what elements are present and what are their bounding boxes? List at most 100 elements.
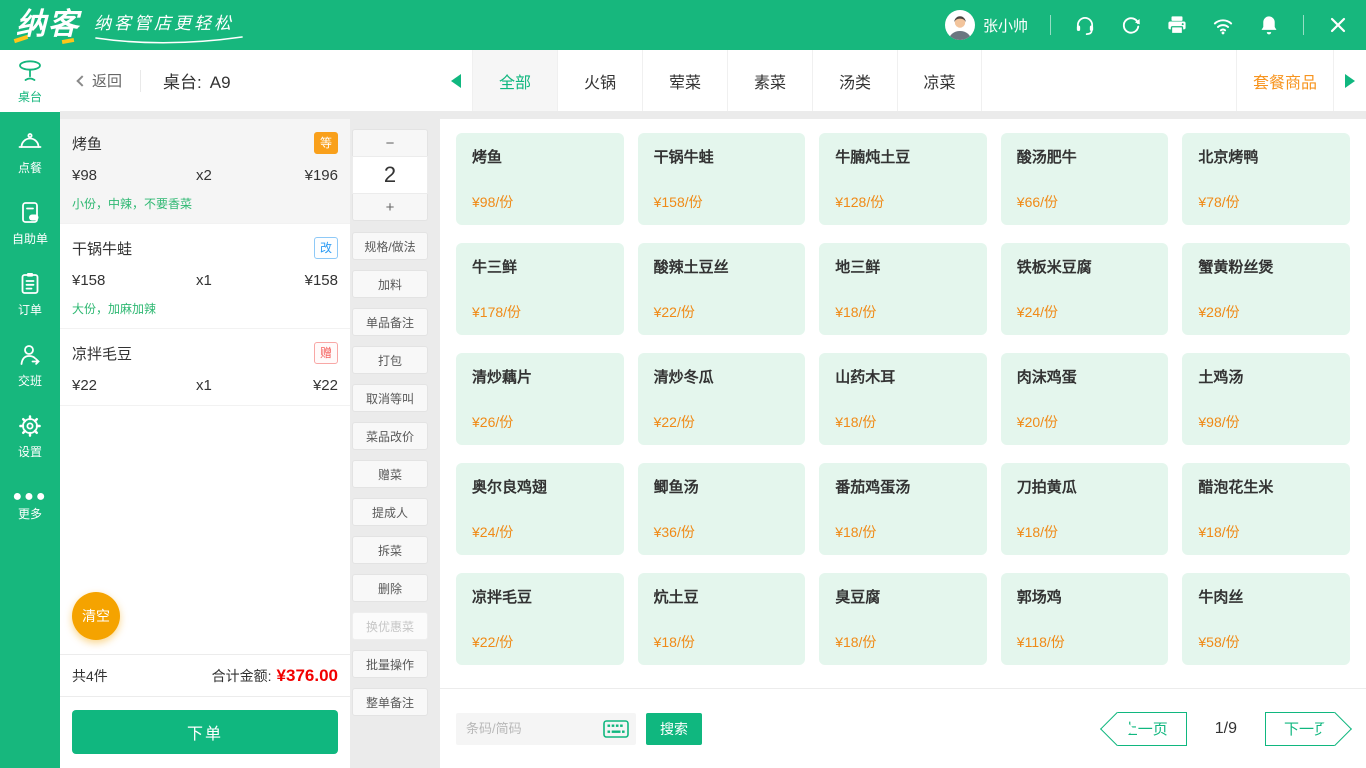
search-button[interactable]: 搜索 — [646, 713, 702, 745]
menu-item[interactable]: 蟹黄粉丝煲¥28/份 — [1182, 243, 1350, 335]
action-spec-method[interactable]: 规格/做法 — [352, 232, 428, 260]
menu-item[interactable]: 郭场鸡¥118/份 — [1001, 573, 1169, 665]
action-takeout[interactable]: 打包 — [352, 346, 428, 374]
action-split-dish[interactable]: 拆菜 — [352, 536, 428, 564]
order-item-total: ¥196 — [274, 167, 338, 184]
tab-hotpot[interactable]: 火锅 — [557, 50, 642, 111]
tab-all[interactable]: 全部 — [472, 50, 557, 111]
sidebar-item-orders[interactable]: 订单 — [0, 263, 60, 325]
menu-item[interactable]: 清炒藕片¥26/份 — [456, 353, 624, 445]
action-cancel-wait[interactable]: 取消等叫 — [352, 384, 428, 412]
tab-cold[interactable]: 凉菜 — [897, 50, 982, 111]
tab-soup[interactable]: 汤类 — [812, 50, 897, 111]
action-item-note[interactable]: 单品备注 — [352, 308, 428, 336]
menu-item[interactable]: 清炒冬瓜¥22/份 — [638, 353, 806, 445]
menu-item[interactable]: 酸汤肥牛¥66/份 — [1001, 133, 1169, 225]
brand-slogan: 纳客管店更轻松 — [94, 9, 244, 45]
order-header: 返回 桌台:A9 — [60, 50, 440, 111]
order-item-name: 凉拌毛豆 — [72, 343, 132, 364]
table-title: 桌台:A9 — [163, 68, 231, 93]
sidebar-item-settings[interactable]: 设置 — [0, 405, 60, 467]
menu-item[interactable]: 牛肉丝¥58/份 — [1182, 573, 1350, 665]
next-page-button[interactable]: 下一页 — [1265, 712, 1335, 746]
order-item[interactable]: 烤鱼 等 ¥98 x2 ¥196 小份，中辣，不要香菜 — [60, 119, 350, 224]
sidebar-item-tables[interactable]: 桌台 — [0, 50, 60, 112]
menu-item[interactable]: 土鸡汤¥98/份 — [1182, 353, 1350, 445]
status-badge-gift: 赠 — [314, 342, 338, 364]
more-dots-icon: ●●● — [13, 492, 48, 502]
back-button[interactable]: 返回 — [78, 70, 122, 91]
back-label: 返回 — [92, 70, 122, 91]
order-item-total: ¥158 — [274, 272, 338, 289]
order-list: 烤鱼 等 ¥98 x2 ¥196 小份，中辣，不要香菜 干锅牛蛙 改 ¥158 … — [60, 119, 350, 654]
order-item-name: 烤鱼 — [72, 133, 102, 154]
sidebar-item-self-service[interactable]: 自助单 — [0, 192, 60, 254]
sidebar-item-ordering[interactable]: 点餐 — [0, 121, 60, 183]
slogan-text: 纳客管店更轻松 — [94, 9, 244, 34]
tab-meat[interactable]: 荤菜 — [642, 50, 727, 111]
action-delete[interactable]: 删除 — [352, 574, 428, 602]
order-item[interactable]: 凉拌毛豆 赠 ¥22 x1 ¥22 — [60, 329, 350, 406]
menu-item[interactable]: 番茄鸡蛋汤¥18/份 — [819, 463, 987, 555]
tabs-scroll-right[interactable] — [1334, 50, 1366, 111]
close-icon[interactable] — [1326, 13, 1350, 37]
menu-item[interactable]: 肉沫鸡蛋¥20/份 — [1001, 353, 1169, 445]
prev-page-button[interactable]: 上一页 — [1117, 712, 1187, 746]
sidebar-item-more[interactable]: ●●● 更多 — [0, 476, 60, 538]
sync-icon[interactable] — [1119, 13, 1143, 37]
order-item-name: 干锅牛蛙 — [72, 238, 132, 259]
user-chip[interactable]: 张小帅 — [945, 10, 1028, 40]
bell-icon[interactable] — [1257, 13, 1281, 37]
tab-vegetable[interactable]: 素菜 — [727, 50, 812, 111]
menu-item[interactable]: 臭豆腐¥18/份 — [819, 573, 987, 665]
self-service-doc-icon — [16, 199, 44, 227]
tabs-scroll-left[interactable] — [440, 50, 472, 111]
search-box — [456, 713, 636, 745]
menu-item[interactable]: 醋泡花生米¥18/份 — [1182, 463, 1350, 555]
menu-item[interactable]: 铁板米豆腐¥24/份 — [1001, 243, 1169, 335]
action-commission-person[interactable]: 提成人 — [352, 498, 428, 526]
customer-service-icon[interactable] — [1073, 13, 1097, 37]
table-label: 桌台: — [163, 73, 202, 92]
submit-area: 下单 — [60, 696, 350, 768]
clipboard-icon — [16, 270, 44, 298]
menu-item[interactable]: 炕土豆¥18/份 — [638, 573, 806, 665]
action-gift-dish[interactable]: 赠菜 — [352, 460, 428, 488]
action-order-note[interactable]: 整单备注 — [352, 688, 428, 716]
sidebar-item-label: 自助单 — [12, 230, 48, 247]
menu-item[interactable]: 酸辣土豆丝¥22/份 — [638, 243, 806, 335]
app-logo: 纳客 — [16, 3, 80, 47]
action-batch-operation[interactable]: 批量操作 — [352, 650, 428, 678]
menu-item[interactable]: 凉拌毛豆¥22/份 — [456, 573, 624, 665]
menu-item[interactable]: 奥尔良鸡翅¥24/份 — [456, 463, 624, 555]
menu-item[interactable]: 北京烤鸭¥78/份 — [1182, 133, 1350, 225]
menu-item[interactable]: 地三鲜¥18/份 — [819, 243, 987, 335]
logo-accent — [62, 38, 75, 44]
app-header: 纳客 纳客管店更轻松 张小帅 — [0, 0, 1366, 50]
printer-icon[interactable] — [1165, 13, 1189, 37]
menu-item[interactable]: 鲫鱼汤¥36/份 — [638, 463, 806, 555]
tab-combo-products[interactable]: 套餐商品 — [1236, 50, 1334, 111]
qty-plus-button[interactable]: + — [352, 194, 428, 221]
page-indicator: 1/9 — [1215, 720, 1237, 738]
menu-item[interactable]: 干锅牛蛙¥158/份 — [638, 133, 806, 225]
menu-item[interactable]: 刀拍黄瓜¥18/份 — [1001, 463, 1169, 555]
menu-item[interactable]: 牛腩炖土豆¥128/份 — [819, 133, 987, 225]
action-add-ingredient[interactable]: 加料 — [352, 270, 428, 298]
menu-item[interactable]: 烤鱼¥98/份 — [456, 133, 624, 225]
menu-item[interactable]: 山药木耳¥18/份 — [819, 353, 987, 445]
total-value: ¥376.00 — [277, 666, 338, 686]
slogan-underline — [94, 35, 244, 45]
qty-minus-button[interactable]: − — [352, 129, 428, 156]
submit-order-button[interactable]: 下单 — [72, 710, 338, 754]
sidebar-item-shift[interactable]: 交班 — [0, 334, 60, 396]
clear-order-button[interactable]: 清空 — [72, 592, 120, 640]
menu-item[interactable]: 牛三鲜¥178/份 — [456, 243, 624, 335]
order-item[interactable]: 干锅牛蛙 改 ¥158 x1 ¥158 大份，加麻加辣 — [60, 224, 350, 329]
qty-value: 2 — [352, 156, 428, 194]
menu-grid: 烤鱼¥98/份 干锅牛蛙¥158/份 牛腩炖土豆¥128/份 酸汤肥牛¥66/份… — [440, 119, 1366, 665]
keyboard-icon[interactable] — [603, 720, 629, 738]
wifi-icon[interactable] — [1211, 13, 1235, 37]
category-tabs: 全部 火锅 荤菜 素菜 汤类 凉菜 套餐商品 — [440, 50, 1366, 111]
action-change-price[interactable]: 菜品改价 — [352, 422, 428, 450]
